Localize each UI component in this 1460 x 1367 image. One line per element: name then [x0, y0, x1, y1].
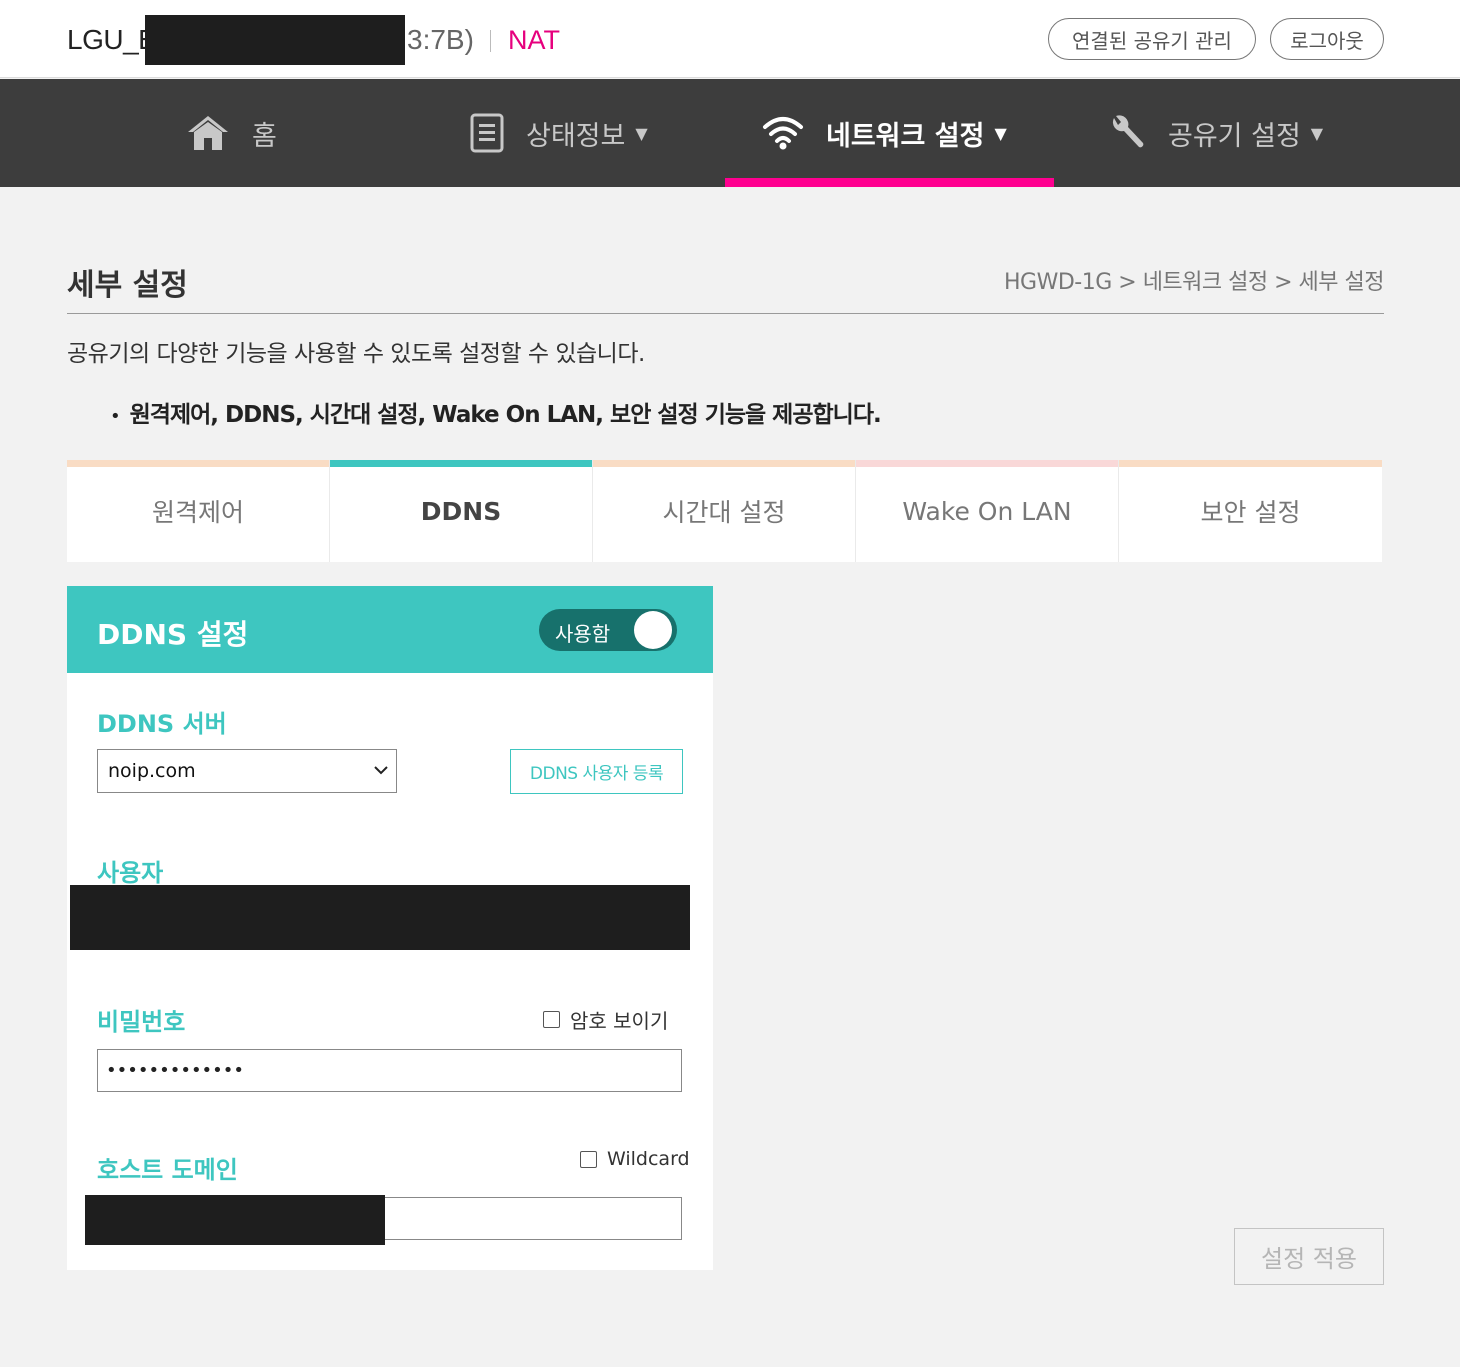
device-mac-suffix: 3:7B) — [407, 24, 474, 55]
nav-label: 홈 — [252, 120, 277, 152]
nav-label: 상태정보 — [526, 120, 626, 152]
tab-ddns[interactable]: DDNS — [330, 460, 593, 562]
tab-label: DDNS — [420, 496, 502, 526]
ddns-panel: DDNS 설정 사용함 DDNS 서버 noip.com DDNS 사용자 등록… — [67, 586, 713, 1270]
chevron-down-icon: ▼ — [994, 123, 1007, 143]
password-input[interactable]: ••••••••••••• — [97, 1049, 682, 1092]
ddns-server-label: DDNS 서버 — [97, 710, 227, 738]
tab-indicator — [593, 460, 855, 467]
toggle-knob — [634, 611, 672, 649]
ddns-panel-title: DDNS 설정 — [97, 618, 249, 651]
document-icon — [470, 113, 504, 153]
tab-timezone[interactable]: 시간대 설정 — [593, 460, 856, 562]
wildcard-checkbox[interactable]: Wildcard — [580, 1148, 690, 1170]
tab-wake-on-lan[interactable]: Wake On LAN — [856, 460, 1119, 562]
feature-note: 원격제어, DDNS, 시간대 설정, Wake On LAN, 보안 설정 기… — [110, 395, 882, 429]
page-description: 공유기의 다양한 기능을 사용할 수 있도록 설정할 수 있습니다. — [67, 341, 645, 367]
host-domain-label: 호스트 도메인 — [97, 1156, 238, 1184]
active-nav-indicator — [725, 178, 1054, 187]
ddns-user-register-button[interactable]: DDNS 사용자 등록 — [510, 749, 683, 794]
ddns-server-value: noip.com — [108, 760, 196, 782]
ddns-enable-toggle[interactable]: 사용함 — [539, 609, 677, 651]
tab-indicator — [1119, 460, 1382, 467]
logout-button[interactable]: 로그아웃 — [1270, 18, 1384, 60]
tab-label: 보안 설정 — [1200, 498, 1301, 527]
ddns-server-select[interactable]: noip.com — [97, 749, 397, 793]
checkbox-label: 암호 보이기 — [570, 1009, 669, 1033]
wifi-icon — [762, 115, 804, 151]
redacted-region — [85, 1195, 385, 1245]
divider — [490, 30, 491, 52]
settings-tabs: 원격제어 DDNS 시간대 설정 Wake On LAN 보안 설정 — [67, 460, 1383, 562]
nav-label: 공유기 설정 — [1168, 120, 1301, 152]
show-password-checkbox[interactable]: 암호 보이기 — [543, 1005, 668, 1034]
device-name: LGU_E — [67, 24, 157, 55]
nav-label: 네트워크 설정 — [826, 120, 985, 152]
tab-label: 시간대 설정 — [662, 498, 786, 527]
nav-item-router-settings[interactable]: 공유기 설정 ▼ — [1108, 79, 1323, 187]
checkbox-box — [580, 1150, 597, 1168]
ddns-panel-header: DDNS 설정 사용함 — [67, 586, 713, 673]
checkbox-box — [543, 1011, 560, 1028]
top-bar: LGU_E 3:7B) NAT 연결된 공유기 관리 로그아웃 — [0, 0, 1460, 78]
manage-routers-button[interactable]: 연결된 공유기 관리 — [1048, 18, 1256, 60]
home-icon — [186, 114, 230, 152]
wrench-icon — [1108, 114, 1146, 152]
tab-indicator — [67, 460, 329, 467]
chevron-down-icon: ▼ — [1310, 123, 1324, 143]
checkbox-label: Wildcard — [607, 1148, 690, 1170]
tab-security[interactable]: 보안 설정 — [1119, 460, 1382, 562]
tab-indicator — [330, 460, 592, 467]
tab-label: 원격제어 — [151, 498, 244, 527]
tab-label: Wake On LAN — [902, 496, 1072, 526]
tab-remote-control[interactable]: 원격제어 — [67, 460, 330, 562]
apply-settings-button[interactable]: 설정 적용 — [1234, 1228, 1384, 1285]
toggle-label: 사용함 — [555, 622, 611, 646]
nav-item-status[interactable]: 상태정보 ▼ — [470, 79, 648, 187]
user-label: 사용자 — [97, 859, 164, 887]
main-nav: 홈 상태정보 ▼ 네트워크 설정 ▼ 공유기 설정 ▼ — [0, 79, 1460, 187]
mode-badge: NAT — [508, 25, 560, 55]
redacted-region — [70, 885, 690, 950]
redacted-region — [145, 15, 405, 65]
divider — [67, 313, 1384, 314]
nav-item-network-settings[interactable]: 네트워크 설정 ▼ — [762, 79, 1007, 187]
chevron-down-icon: ▼ — [635, 123, 648, 143]
tab-indicator — [856, 460, 1118, 467]
page-title: 세부 설정 — [67, 268, 188, 303]
breadcrumb: HGWD-1G > 네트워크 설정 > 세부 설정 — [1004, 270, 1385, 295]
password-label: 비밀번호 — [97, 1008, 186, 1036]
nav-item-home[interactable]: 홈 — [186, 79, 277, 187]
chevron-down-icon — [374, 760, 388, 779]
